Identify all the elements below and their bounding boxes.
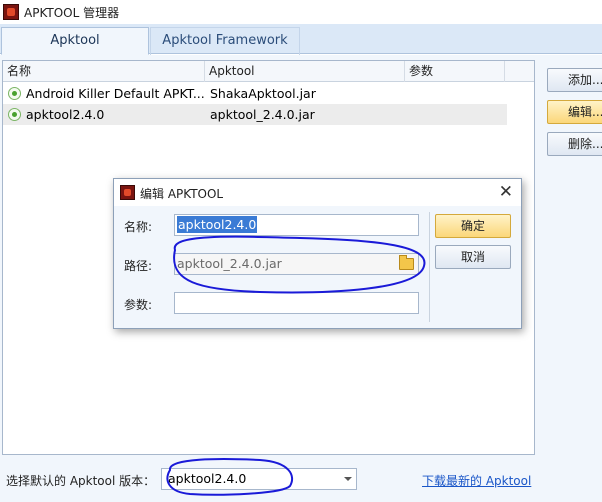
- list-item-name: apktool2.4.0: [26, 107, 105, 122]
- path-field[interactable]: apktool_2.4.0.jar: [174, 253, 419, 275]
- default-version-select[interactable]: apktool2.4.0: [161, 468, 357, 490]
- radio-icon: [8, 108, 21, 121]
- list-header: 名称 Apktool 参数: [3, 61, 534, 82]
- default-version-label: 选择默认的 Apktool 版本：: [6, 474, 156, 488]
- add-button[interactable]: 添加...: [547, 68, 602, 92]
- folder-open-icon[interactable]: [399, 255, 414, 270]
- edit-apktool-dialog: 编辑 APKTOOL ✕ 名称: apktool2.4.0 路径: apktoo…: [113, 178, 522, 329]
- name-field-value: apktool2.4.0: [177, 216, 258, 233]
- close-icon[interactable]: ✕: [499, 182, 513, 202]
- column-header-name[interactable]: 名称: [3, 61, 205, 82]
- params-label: 参数:: [124, 298, 153, 312]
- name-label: 名称:: [124, 220, 153, 234]
- dialog-separator: [429, 212, 430, 322]
- column-header-params[interactable]: 参数: [405, 61, 505, 82]
- list-item[interactable]: Android Killer Default APKT... ShakaApkt…: [3, 83, 507, 104]
- radio-icon: [8, 87, 21, 100]
- column-header-apktool[interactable]: Apktool: [205, 61, 405, 82]
- ok-button[interactable]: 确定: [435, 214, 511, 238]
- default-version-value: apktool2.4.0: [168, 471, 247, 486]
- list-item-name: Android Killer Default APKT...: [26, 86, 204, 101]
- tab-bar: Apktool Apktool Framework: [0, 24, 602, 55]
- window-title: APKTOOL 管理器: [24, 6, 120, 20]
- edit-button[interactable]: 编辑...: [547, 100, 602, 124]
- tab-apktool-framework[interactable]: Apktool Framework: [150, 27, 300, 55]
- list-item-params: [410, 104, 500, 125]
- name-field[interactable]: apktool2.4.0: [174, 214, 419, 236]
- dialog-body: 名称: apktool2.4.0 路径: apktool_2.4.0.jar 参…: [114, 206, 521, 328]
- dialog-title: 编辑 APKTOOL: [140, 187, 224, 201]
- list-item-params: [410, 83, 500, 104]
- app-icon: [3, 4, 19, 20]
- path-field-value: apktool_2.4.0.jar: [177, 256, 282, 271]
- window-titlebar: APKTOOL 管理器: [0, 0, 602, 24]
- list-item-apktool: apktool_2.4.0.jar: [210, 107, 315, 122]
- list-item-apktool: ShakaApktool.jar: [210, 86, 316, 101]
- app-icon: [120, 185, 135, 200]
- chevron-down-icon[interactable]: [344, 477, 352, 481]
- cancel-button[interactable]: 取消: [435, 245, 511, 269]
- dialog-titlebar[interactable]: 编辑 APKTOOL ✕: [114, 179, 521, 206]
- params-field[interactable]: [174, 292, 419, 314]
- tab-apktool[interactable]: Apktool: [1, 27, 149, 55]
- path-label: 路径:: [124, 259, 153, 273]
- download-latest-link[interactable]: 下载最新的 Apktool: [422, 472, 531, 489]
- list-item[interactable]: apktool2.4.0 apktool_2.4.0.jar: [3, 104, 507, 125]
- delete-button[interactable]: 删除...: [547, 132, 602, 156]
